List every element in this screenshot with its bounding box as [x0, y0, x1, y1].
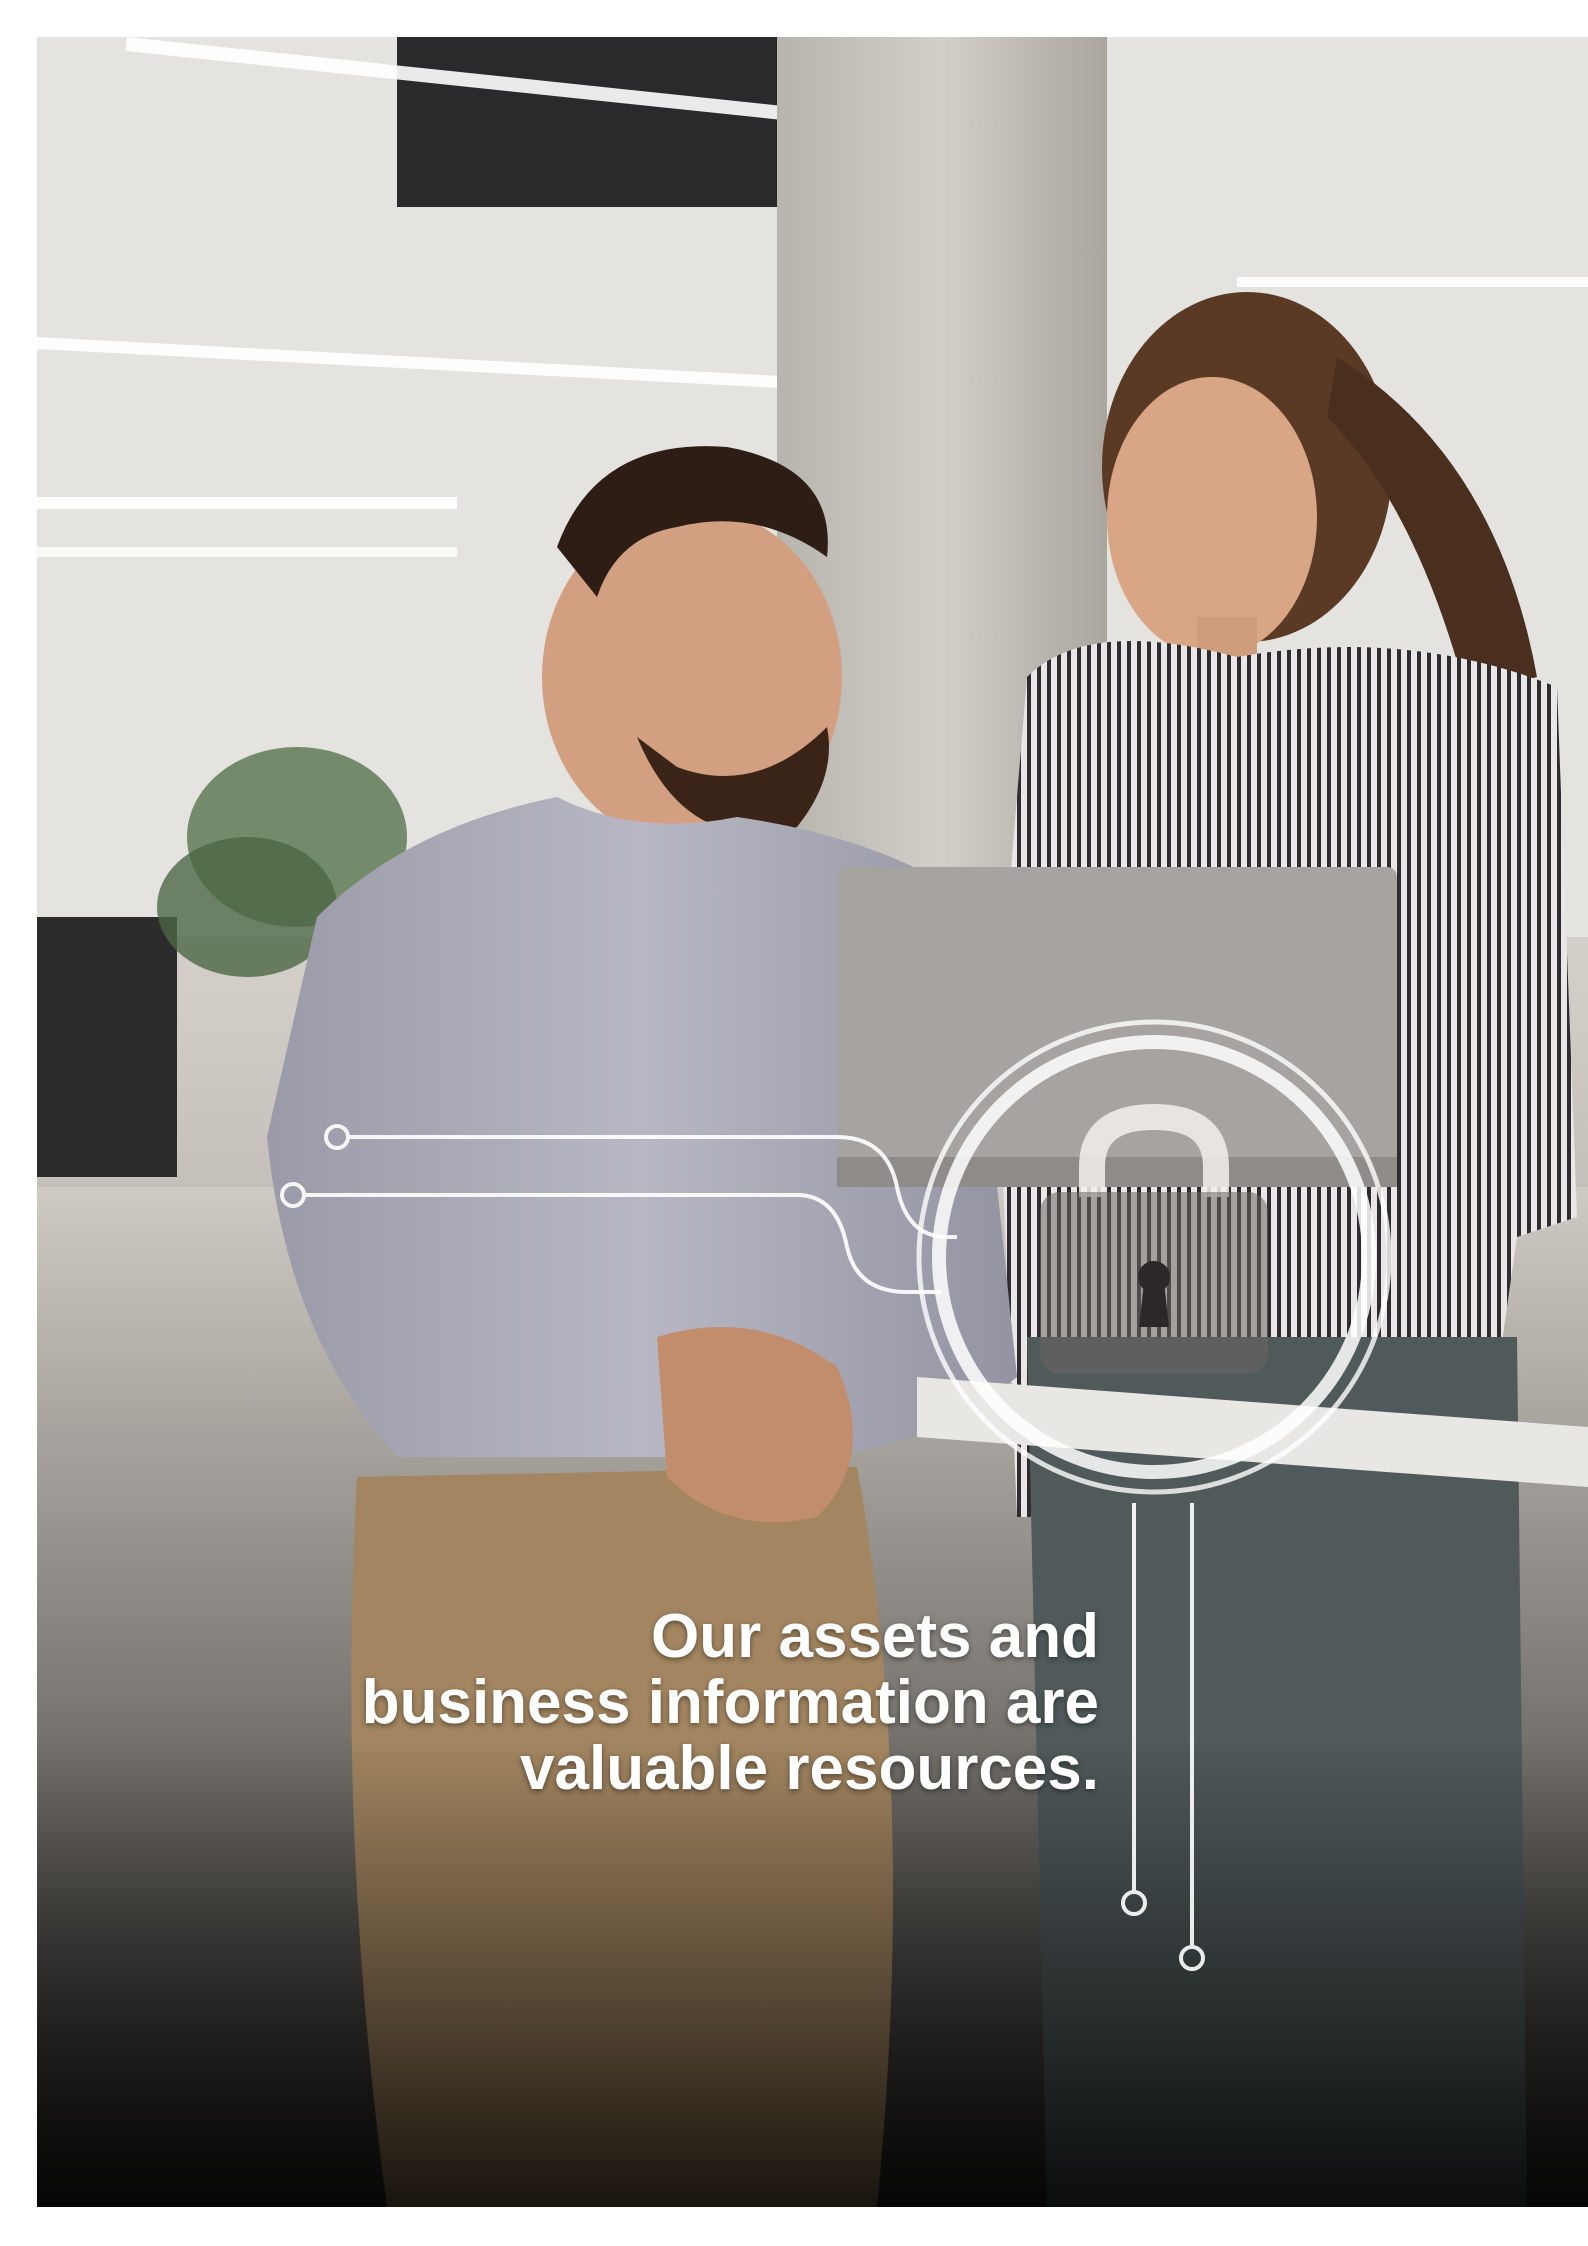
headline: Our assets and business information are … [217, 1604, 1099, 1802]
headline-line-2: business information are [361, 1668, 1099, 1737]
headline-line-1: Our assets and [651, 1602, 1099, 1671]
hero-photo: Our assets and business information are … [37, 37, 1588, 2207]
headline-line-3: valuable resources. [520, 1734, 1099, 1803]
office-scene-illustration [37, 37, 1588, 2207]
